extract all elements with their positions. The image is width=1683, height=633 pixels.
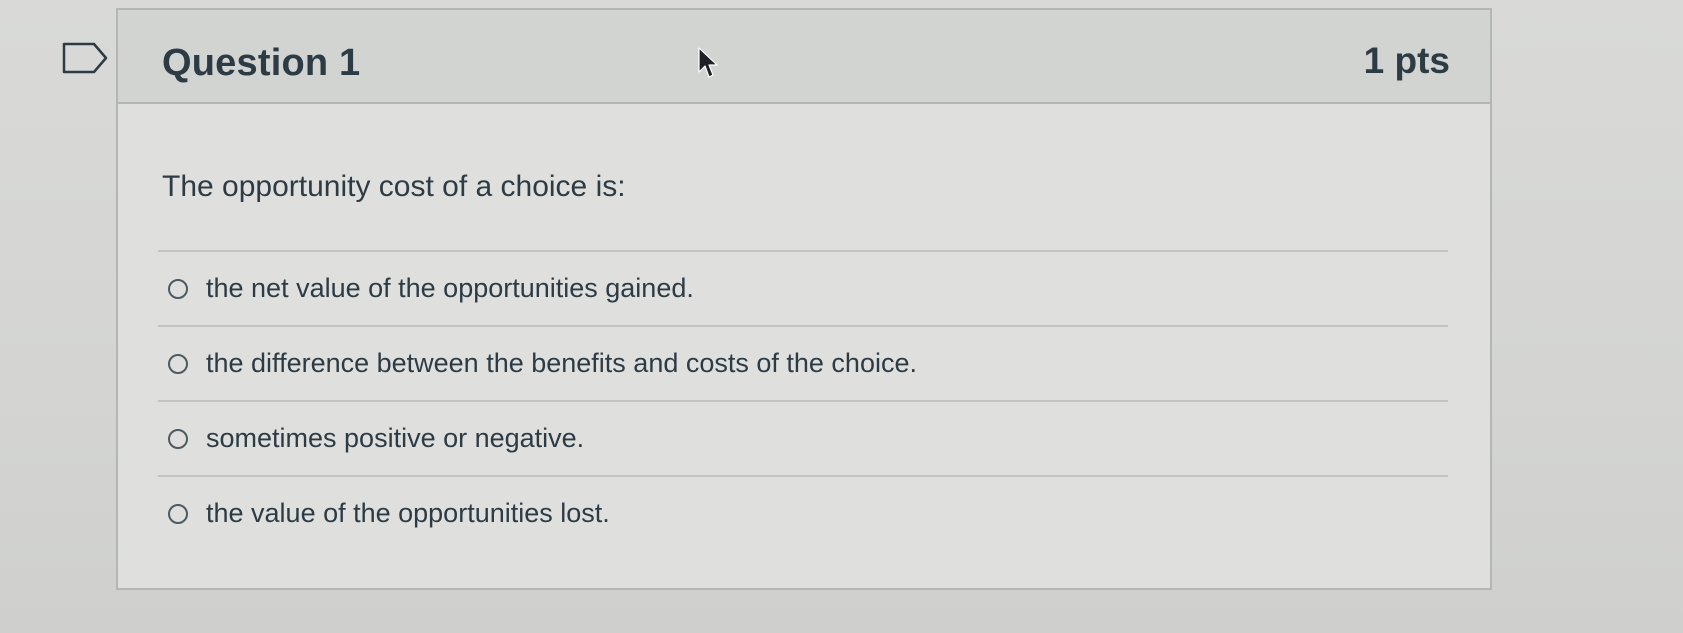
mouse-pointer-icon xyxy=(698,47,718,78)
answer-option[interactable]: sometimes positive or negative. xyxy=(158,402,1448,475)
answer-label[interactable]: the net value of the opportunities gaine… xyxy=(206,273,694,304)
question-points: 1 pts xyxy=(1363,40,1450,81)
question-header: Question 1 1 pts xyxy=(118,10,1490,104)
question-title: Question 1 xyxy=(162,42,361,84)
question-card: Question 1 1 pts The opportunity cost of… xyxy=(116,8,1492,590)
answer-option[interactable]: the net value of the opportunities gaine… xyxy=(158,252,1448,325)
flag-question-icon[interactable] xyxy=(62,42,108,74)
answer-label[interactable]: the value of the opportunities lost. xyxy=(206,498,610,529)
radio-button-icon[interactable] xyxy=(168,503,188,524)
answer-list: the net value of the opportunities gaine… xyxy=(158,250,1448,550)
answer-option[interactable]: the difference between the benefits and … xyxy=(158,327,1448,400)
answer-label[interactable]: sometimes positive or negative. xyxy=(206,423,584,454)
answer-option[interactable]: the value of the opportunities lost. xyxy=(158,477,1448,550)
answer-label[interactable]: the difference between the benefits and … xyxy=(206,348,917,379)
radio-button-icon[interactable] xyxy=(168,278,188,299)
radio-button-icon[interactable] xyxy=(168,428,188,449)
radio-button-icon[interactable] xyxy=(168,353,188,374)
question-text: The opportunity cost of a choice is: xyxy=(162,170,626,203)
